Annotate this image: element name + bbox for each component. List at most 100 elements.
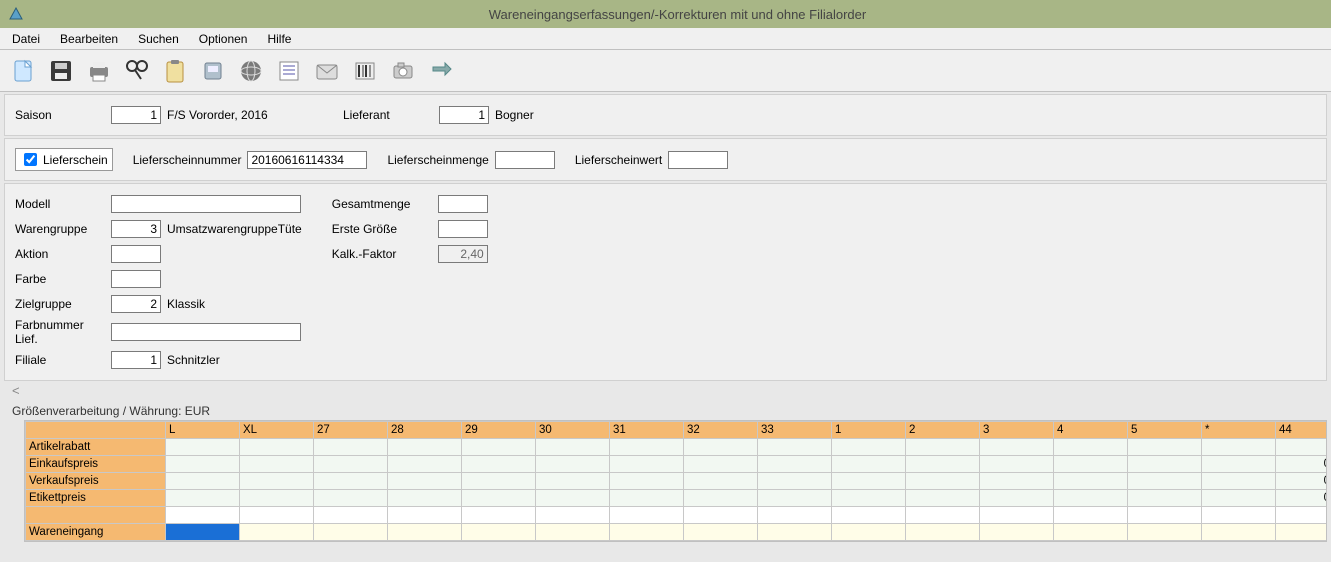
grid-cell[interactable] xyxy=(906,456,980,473)
grid-cell[interactable] xyxy=(1202,473,1276,490)
grid-cell[interactable] xyxy=(462,524,536,541)
grid-cell[interactable] xyxy=(758,473,832,490)
grid-cell[interactable] xyxy=(388,490,462,507)
grid-cell[interactable] xyxy=(1054,490,1128,507)
transfer-icon[interactable] xyxy=(426,56,456,86)
warengruppe-input[interactable] xyxy=(111,220,161,238)
grid-cell[interactable] xyxy=(758,456,832,473)
list-icon[interactable] xyxy=(274,56,304,86)
modell-input[interactable] xyxy=(111,195,301,213)
lieferschein-checkbox[interactable] xyxy=(24,153,37,166)
new-icon[interactable] xyxy=(8,56,38,86)
grid-cell[interactable] xyxy=(166,456,240,473)
grid-cell[interactable] xyxy=(1202,524,1276,541)
grid-col-header[interactable]: 32 xyxy=(684,422,758,439)
grid-cell[interactable] xyxy=(610,490,684,507)
brief-icon[interactable] xyxy=(312,56,342,86)
globe-icon[interactable] xyxy=(236,56,266,86)
grid-cell[interactable] xyxy=(536,490,610,507)
grid-cell[interactable]: 1 xyxy=(1276,524,1328,541)
grid-col-header[interactable]: 27 xyxy=(314,422,388,439)
lieferant-input[interactable] xyxy=(439,106,489,124)
grid-cell[interactable] xyxy=(536,473,610,490)
grid-cell[interactable] xyxy=(1128,473,1202,490)
grid-cell[interactable] xyxy=(980,456,1054,473)
grid-cell[interactable] xyxy=(832,456,906,473)
grid-cell[interactable] xyxy=(1128,456,1202,473)
grid-cell[interactable] xyxy=(1128,490,1202,507)
search-icon[interactable] xyxy=(122,56,152,86)
grid-cell[interactable] xyxy=(980,524,1054,541)
camera-icon[interactable] xyxy=(388,56,418,86)
menu-datei[interactable]: Datei xyxy=(8,30,44,48)
grid-cell[interactable] xyxy=(610,439,684,456)
grid-cell[interactable] xyxy=(166,473,240,490)
farbe-input[interactable] xyxy=(111,270,161,288)
grid-cell[interactable] xyxy=(240,439,314,456)
grid-cell[interactable] xyxy=(758,490,832,507)
grid-col-header[interactable]: 4 xyxy=(1054,422,1128,439)
grid-cell[interactable]: 0,02 xyxy=(1276,456,1328,473)
grid-cell[interactable] xyxy=(980,439,1054,456)
grid-cell[interactable] xyxy=(314,524,388,541)
grid-cell[interactable] xyxy=(166,439,240,456)
grid-cell[interactable] xyxy=(462,456,536,473)
grid-cell[interactable] xyxy=(610,473,684,490)
grid-cell[interactable] xyxy=(1202,456,1276,473)
barcode-icon[interactable] xyxy=(350,56,380,86)
grid-col-header[interactable]: 30 xyxy=(536,422,610,439)
grid-cell[interactable] xyxy=(240,490,314,507)
grid-cell[interactable] xyxy=(1202,490,1276,507)
grid-cell[interactable] xyxy=(388,524,462,541)
grid-cell[interactable] xyxy=(906,524,980,541)
size-grid-table[interactable]: LXL2728293031323312345*44ArtikelrabattEi… xyxy=(25,421,1327,541)
grid-col-header[interactable]: XL xyxy=(240,422,314,439)
grid-col-header[interactable]: 44 xyxy=(1276,422,1328,439)
grid-col-header[interactable]: 28 xyxy=(388,422,462,439)
grid-cell[interactable] xyxy=(462,490,536,507)
grid-cell[interactable]: 0,20 xyxy=(1276,473,1328,490)
grid-cell[interactable] xyxy=(388,456,462,473)
server-icon[interactable] xyxy=(198,56,228,86)
grid-cell[interactable] xyxy=(1276,439,1328,456)
save-icon[interactable] xyxy=(46,56,76,86)
grid-cell[interactable] xyxy=(166,524,240,541)
lieferscheinwert-input[interactable] xyxy=(668,151,728,169)
zielgruppe-input[interactable] xyxy=(111,295,161,313)
menu-bearbeiten[interactable]: Bearbeiten xyxy=(56,30,122,48)
grid-cell[interactable] xyxy=(906,473,980,490)
menu-suchen[interactable]: Suchen xyxy=(134,30,183,48)
grid-cell[interactable] xyxy=(610,524,684,541)
grid-col-header[interactable]: 5 xyxy=(1128,422,1202,439)
grid-cell[interactable] xyxy=(832,439,906,456)
saison-input[interactable] xyxy=(111,106,161,124)
erste-groesse-input[interactable] xyxy=(438,220,488,238)
grid-cell[interactable] xyxy=(240,473,314,490)
grid-col-header[interactable]: * xyxy=(1202,422,1276,439)
grid-cell[interactable] xyxy=(240,456,314,473)
grid-cell[interactable] xyxy=(314,473,388,490)
gesamtmenge-input[interactable] xyxy=(438,195,488,213)
grid-cell[interactable] xyxy=(536,456,610,473)
scroll-left-icon[interactable]: < xyxy=(12,383,1331,398)
grid-cell[interactable] xyxy=(684,490,758,507)
grid-cell[interactable] xyxy=(462,473,536,490)
grid-cell[interactable] xyxy=(980,490,1054,507)
grid-cell[interactable] xyxy=(832,473,906,490)
grid-cell[interactable] xyxy=(684,456,758,473)
grid-col-header[interactable]: 31 xyxy=(610,422,684,439)
grid-cell[interactable] xyxy=(536,439,610,456)
grid-cell[interactable] xyxy=(758,524,832,541)
grid-col-header[interactable]: 1 xyxy=(832,422,906,439)
grid-cell[interactable] xyxy=(314,456,388,473)
grid-cell[interactable] xyxy=(388,439,462,456)
grid-cell[interactable]: 0,20 xyxy=(1276,490,1328,507)
grid-col-header[interactable]: 33 xyxy=(758,422,832,439)
grid-cell[interactable] xyxy=(388,473,462,490)
grid-col-header[interactable]: 3 xyxy=(980,422,1054,439)
grid-cell[interactable] xyxy=(758,439,832,456)
lieferscheinnummer-input[interactable] xyxy=(247,151,367,169)
lieferschein-checkbox-wrap[interactable]: Lieferschein xyxy=(15,148,113,171)
grid-col-header[interactable]: L xyxy=(166,422,240,439)
grid-cell[interactable] xyxy=(1128,524,1202,541)
